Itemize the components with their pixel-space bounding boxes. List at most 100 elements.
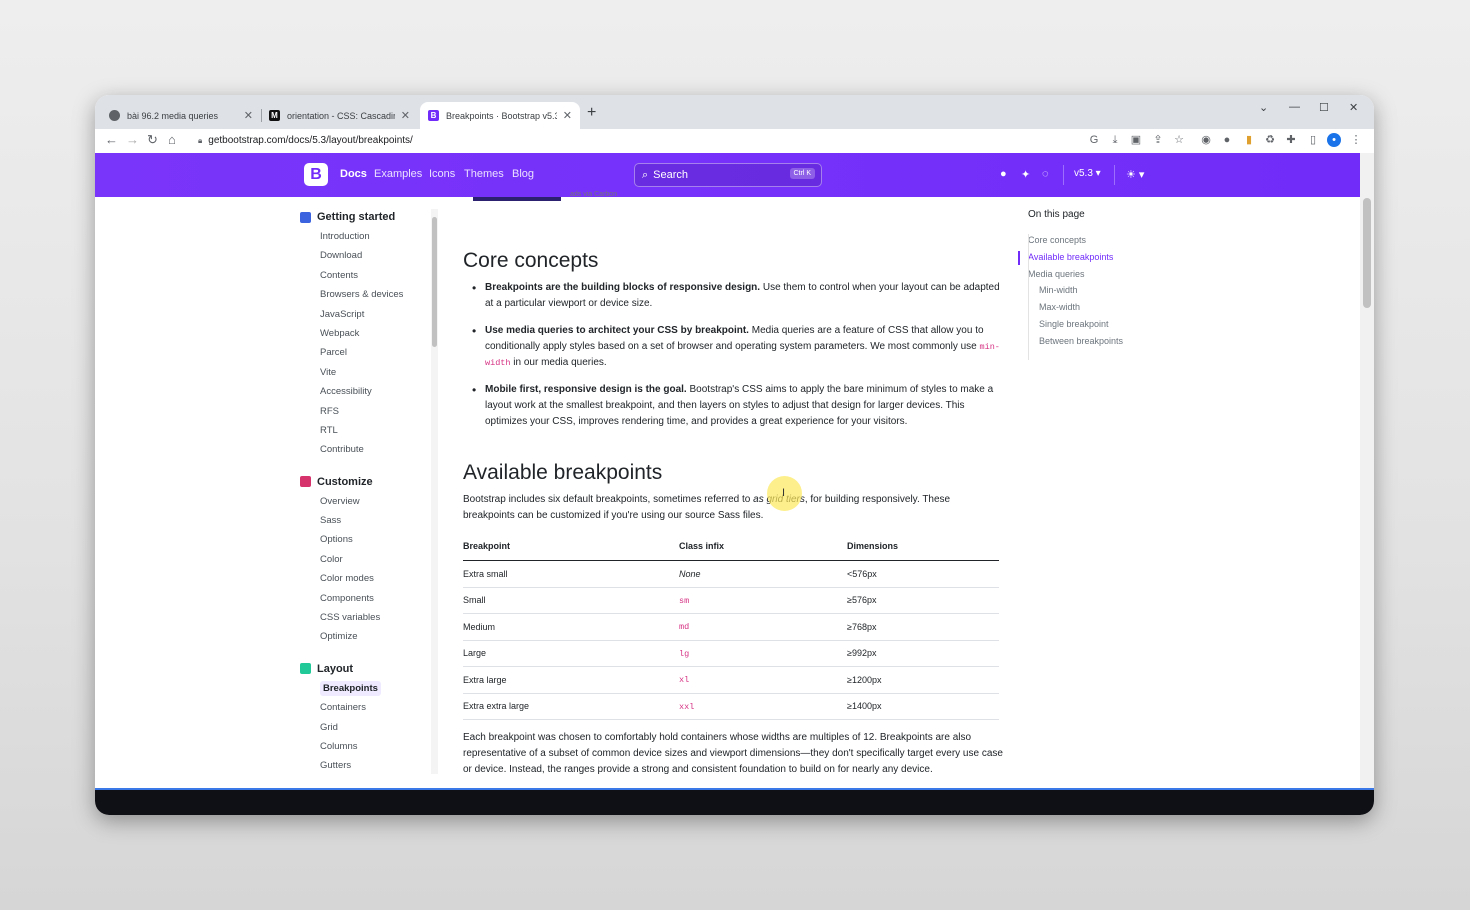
version-dropdown[interactable]: v5.3 ▾ <box>1074 168 1101 179</box>
toc-item-available-breakpoints[interactable]: Available breakpoints <box>1018 249 1148 266</box>
bootstrap-logo[interactable]: B <box>304 163 328 186</box>
sidebar-item-color-modes[interactable]: Color modes <box>300 569 430 588</box>
bullet-bold: Use media queries to architect your CSS … <box>485 325 749 336</box>
sidebar-item-rtl[interactable]: RTL <box>300 421 430 440</box>
table-cell: xxl <box>679 693 847 720</box>
sidebar-group-layout[interactable]: Layout <box>300 661 430 677</box>
table-cell: Extra small <box>463 560 679 588</box>
table-cell: Small <box>463 587 679 614</box>
forward-button[interactable]: → <box>126 132 139 147</box>
paragraph: Each breakpoint was chosen to comfortabl… <box>463 732 1003 775</box>
toc-item-max-width[interactable]: Max-width <box>1018 299 1148 316</box>
theme-toggle-icon[interactable]: ☀ ▾ <box>1126 168 1144 181</box>
close-window-button[interactable]: ✕ <box>1349 101 1358 114</box>
globe-icon <box>109 110 120 121</box>
google-icon[interactable]: G <box>1087 133 1101 147</box>
home-button[interactable]: ⌂ <box>168 132 176 147</box>
close-icon[interactable]: ✕ <box>563 109 572 122</box>
extension-icon[interactable]: ● <box>1220 133 1234 147</box>
maximize-button[interactable]: ☐ <box>1319 101 1329 114</box>
sidebar-scrollbar[interactable] <box>431 209 438 774</box>
search-shortcut: Ctrl K <box>789 168 815 179</box>
tab-strip: bài 96.2 media queries ✕ M orientation -… <box>95 95 1374 129</box>
infix-code: md <box>679 622 690 633</box>
sidebar-item-columns[interactable]: Columns <box>300 737 430 756</box>
sidebar-group-getting-started[interactable]: Getting started <box>300 209 430 225</box>
close-icon[interactable]: ✕ <box>244 109 253 122</box>
docs-search-button[interactable]: ⌕ Search Ctrl K <box>634 163 822 187</box>
menu-icon[interactable]: ⋮ <box>1349 133 1363 147</box>
carbon-ad-text[interactable]: ads via Carbon <box>570 191 617 198</box>
sidebar-item-components[interactable]: Components <box>300 589 430 608</box>
sidebar-item-sass[interactable]: Sass <box>300 511 430 530</box>
reload-button[interactable]: ↻ <box>147 132 158 148</box>
sidebar-item-browsers-devices[interactable]: Browsers & devices <box>300 285 430 304</box>
sidebar-item-introduction[interactable]: Introduction <box>300 227 430 246</box>
sidebar-item-contents[interactable]: Contents <box>300 266 430 285</box>
puzzle-icon[interactable]: ✚ <box>1284 133 1298 147</box>
toc-item-single-breakpoint[interactable]: Single breakpoint <box>1018 316 1148 333</box>
opencollective-icon[interactable]: ◌ <box>1042 168 1049 180</box>
nav-docs[interactable]: Docs <box>340 168 367 180</box>
toc-item-core-concepts[interactable]: Core concepts <box>1018 232 1148 249</box>
tab-search-icon[interactable]: ⌄ <box>1259 101 1268 114</box>
sidebar-item-rfs[interactable]: RFS <box>300 402 430 421</box>
sidebar-item-color[interactable]: Color <box>300 550 430 569</box>
tab-bootstrap-breakpoints[interactable]: B Breakpoints · Bootstrap v5.3 ✕ <box>420 102 580 129</box>
sidebar-item-grid[interactable]: Grid <box>300 718 430 737</box>
nav-examples[interactable]: Examples <box>374 168 422 180</box>
back-button[interactable]: ← <box>105 132 118 147</box>
toc-item-min-width[interactable]: Min-width <box>1018 282 1148 299</box>
sidebar-item-containers[interactable]: Containers <box>300 698 430 717</box>
sidebar-item-gutters[interactable]: Gutters <box>300 756 430 775</box>
sidepanel-icon[interactable]: ▯ <box>1306 133 1320 147</box>
address-bar[interactable]: 🔒︎ getbootstrap.com/docs/5.3/layout/brea… <box>190 130 1080 151</box>
translate-icon[interactable]: ▣ <box>1129 133 1143 147</box>
tab-mdn-orientation[interactable]: M orientation - CSS: Cascading Sty ✕ <box>261 102 418 129</box>
extension-icon[interactable]: ♻ <box>1263 133 1277 147</box>
sidebar-item-parcel[interactable]: Parcel <box>300 343 430 362</box>
toc-title: On this page <box>1028 209 1085 220</box>
profile-avatar[interactable]: • <box>1327 133 1341 147</box>
extension-icon[interactable]: ◉ <box>1199 133 1213 147</box>
nav-themes[interactable]: Themes <box>464 168 504 180</box>
sidebar-item-overview[interactable]: Overview <box>300 492 430 511</box>
github-icon[interactable]: ● <box>1000 168 1007 180</box>
page-scrollbar[interactable] <box>1360 153 1374 788</box>
sidebar-item-breakpoints[interactable]: Breakpoints <box>300 679 430 698</box>
infix-none: None <box>679 568 701 579</box>
new-tab-button[interactable]: + <box>587 104 596 122</box>
toc-item-media-queries[interactable]: Media queries <box>1018 266 1148 283</box>
tab-title: orientation - CSS: Cascading Sty <box>287 110 395 121</box>
sidebar-item-css-variables[interactable]: CSS variables <box>300 608 430 627</box>
sidebar-item-accessibility[interactable]: Accessibility <box>300 382 430 401</box>
toc-item-between-breakpoints[interactable]: Between breakpoints <box>1018 333 1148 350</box>
sidebar-item-optimize[interactable]: Optimize <box>300 627 430 646</box>
sidebar-item-download[interactable]: Download <box>300 246 430 265</box>
star-icon[interactable]: ☆ <box>1172 133 1186 147</box>
sidebar-group-customize[interactable]: Customize <box>300 474 430 490</box>
sidebar-item-options[interactable]: Options <box>300 530 430 549</box>
carbon-ad-image[interactable] <box>473 197 561 201</box>
sidebar-item-contribute[interactable]: Contribute <box>300 440 430 459</box>
nav-icons[interactable]: Icons <box>429 168 455 180</box>
share-icon[interactable]: ⇪ <box>1151 133 1165 147</box>
minimize-button[interactable]: — <box>1289 101 1300 113</box>
bootstrap-navbar: B Docs Examples Icons Themes Blog ⌕ Sear… <box>95 153 1360 197</box>
sidebar-item-javascript[interactable]: JavaScript <box>300 305 430 324</box>
nav-blog[interactable]: Blog <box>512 168 534 180</box>
breakpoints-table: Breakpoint Class infix Dimensions Extra … <box>463 537 999 720</box>
twitter-icon[interactable]: ✦ <box>1021 168 1030 181</box>
sidebar-item-webpack[interactable]: Webpack <box>300 324 430 343</box>
table-cell: ≥768px <box>847 613 999 641</box>
tab-media-queries[interactable]: bài 96.2 media queries ✕ <box>101 102 261 129</box>
extension-icon[interactable]: ▮ <box>1242 133 1256 147</box>
list-item: Mobile first, responsive design is the g… <box>472 382 1002 430</box>
install-icon[interactable]: ⤓ <box>1108 133 1122 147</box>
paragraph-text: Bootstrap includes six default breakpoin… <box>463 494 754 505</box>
tab-title: Breakpoints · Bootstrap v5.3 <box>446 110 557 121</box>
close-icon[interactable]: ✕ <box>401 109 410 122</box>
bullet-text: in our media queries. <box>510 357 607 368</box>
sidebar-item-vite[interactable]: Vite <box>300 363 430 382</box>
bullet-bold: Breakpoints are the building blocks of r… <box>485 282 761 293</box>
